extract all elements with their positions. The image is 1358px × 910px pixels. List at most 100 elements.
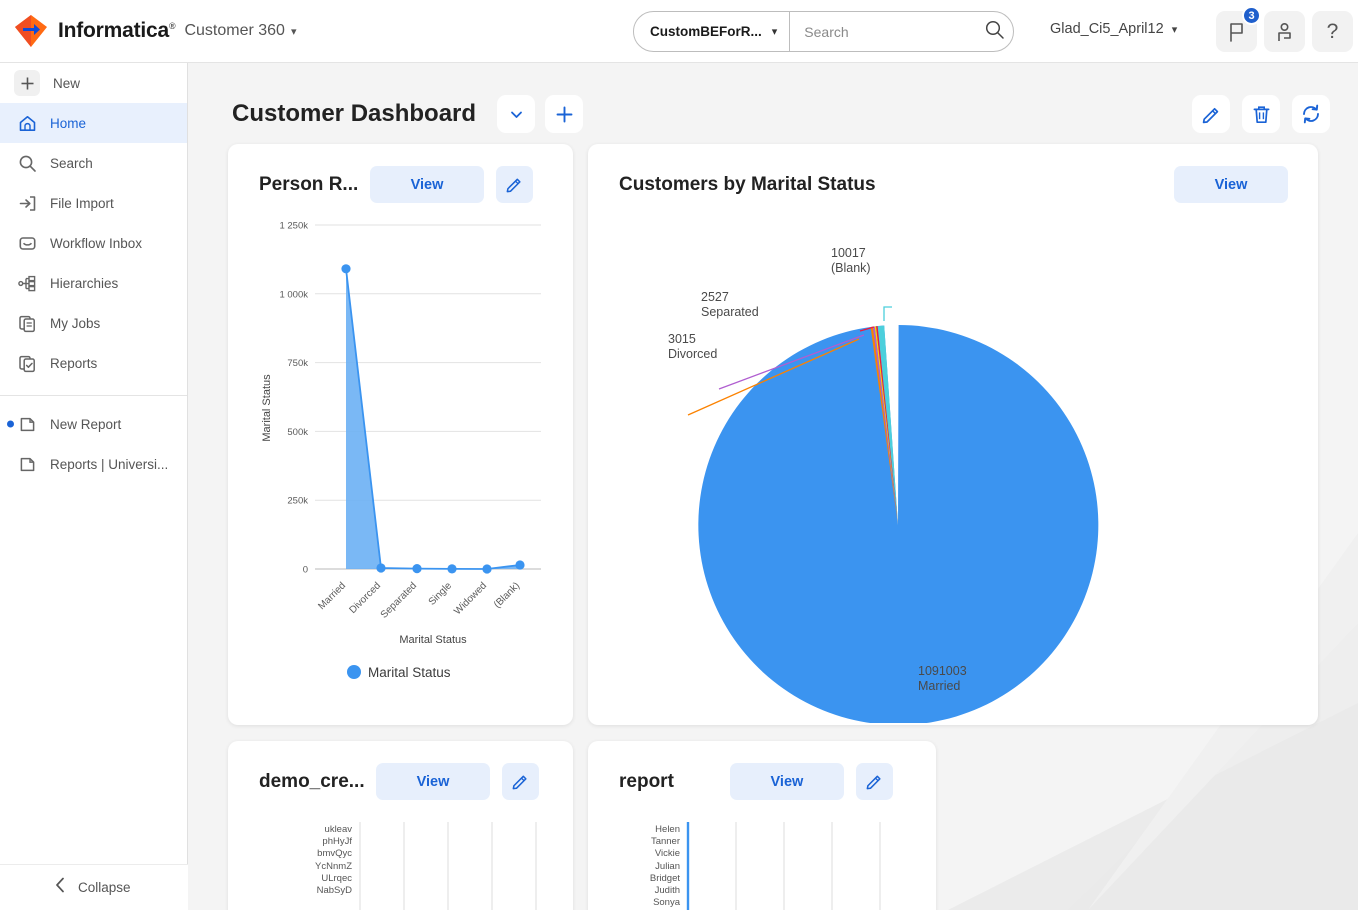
pie-label-name: Married [918, 678, 961, 693]
header-icon-buttons: 3 ? [1216, 6, 1353, 52]
sidebar-item-home[interactable]: Home [0, 103, 187, 143]
search-icon[interactable] [984, 19, 1005, 45]
trash-icon [1253, 105, 1269, 123]
svg-text:(Blank): (Blank) [492, 580, 522, 610]
brand-name: Informatica® [58, 19, 176, 43]
delete-dashboard-button[interactable] [1242, 95, 1280, 133]
table-cell: Bridget [649, 872, 680, 884]
svg-text:750k: 750k [287, 358, 308, 369]
brand-logo-group[interactable]: Informatica® Customer 360 ▾ [14, 14, 296, 48]
sidebar-item-label: Workflow Inbox [50, 235, 143, 251]
app-header: Informatica® Customer 360 ▾ CustomBEForR… [0, 0, 1358, 63]
table-cell: YcNnmZ [315, 860, 352, 872]
sidebar-item-reports-universi[interactable]: Reports | Universi... [0, 444, 187, 484]
notifications-button[interactable]: 3 [1216, 6, 1261, 52]
business-entity-select[interactable]: CustomBEForR... ▾ [634, 12, 791, 51]
sidebar-item-label: File Import [50, 195, 114, 211]
svg-text:1 000k: 1 000k [279, 289, 308, 300]
edit-dashboard-button[interactable] [1192, 95, 1230, 133]
pencil-icon [506, 178, 521, 193]
product-chevron-down-icon[interactable]: ▾ [291, 25, 297, 38]
notification-badge: 3 [1242, 6, 1261, 25]
pie-label-blank: 10017 (Blank) [831, 246, 871, 275]
view-button[interactable]: View [729, 763, 844, 800]
user-name: Glad_Ci5_April12 [1050, 21, 1164, 37]
view-button[interactable]: View [370, 166, 484, 203]
y-axis-ticks: 1 250k 1 000k 750k 500k 250k 0 [279, 221, 308, 576]
sidebar-item-search[interactable]: Search [0, 143, 187, 183]
sidebar-collapse-button[interactable]: Collapse [0, 864, 188, 910]
add-dashboard-button[interactable] [545, 95, 584, 133]
pie-slice-married [698, 325, 1099, 723]
hierarchy-icon [17, 273, 37, 293]
sidebar-item-new[interactable]: New [0, 63, 187, 103]
sidebar: New Home Search File Import Workflow Inb… [0, 63, 188, 910]
card-title: Customers by Marital Status [619, 173, 876, 195]
mini-table-preview[interactable]: ukleav phHyJf bmvQyc YcNnmZ ULrqec NabSy… [228, 822, 573, 910]
card-title: Person R... [259, 173, 358, 195]
sidebar-item-label: Reports [50, 355, 98, 371]
sidebar-item-reports[interactable]: Reports [0, 343, 187, 383]
pie-label-name: Separated [701, 304, 759, 319]
brand-name-text: Informatica [58, 19, 169, 42]
main-content: Customer Dashboard Person R... View 1 25… [188, 63, 1358, 910]
search-input[interactable] [804, 23, 985, 40]
table-value-column: Helen Tanner Vickie Julian Bridget Judit… [588, 824, 680, 909]
card-title: report [619, 770, 674, 792]
edit-card-button[interactable] [496, 166, 533, 203]
home-icon [17, 113, 37, 133]
pie-label-value: 10017 [831, 246, 866, 260]
collapse-label: Collapse [78, 880, 131, 895]
dashboard-dropdown-button[interactable] [497, 95, 536, 133]
table-cell: Judith [654, 885, 680, 897]
sidebar-item-hierarchies[interactable]: Hierarchies [0, 263, 187, 303]
svg-text:500k: 500k [287, 427, 308, 438]
chevron-down-icon [510, 111, 522, 118]
pie-chart-marital-status[interactable] [588, 203, 1318, 723]
card-customers-by-marital-status: Customers by Marital Status View 10017 (… [588, 144, 1318, 725]
pie-label-value: 1091003 [918, 664, 967, 678]
chevron-left-icon [55, 877, 66, 898]
card-person-report: Person R... View 1 250k 1 000k 750k 500k… [228, 144, 573, 725]
area-chart-marital-status[interactable]: 1 250k 1 000k 750k 500k 250k 0 Marital S… [228, 203, 573, 703]
svg-text:Separated: Separated [379, 580, 419, 620]
table-cell: ukleav [324, 824, 352, 835]
sidebar-item-file-import[interactable]: File Import [0, 183, 187, 223]
svg-text:Married: Married [316, 580, 348, 612]
header-search-group: CustomBEForR... ▾ [633, 11, 1015, 52]
sidebar-divider [0, 395, 187, 396]
svg-text:0: 0 [303, 565, 308, 576]
sidebar-item-workflow-inbox[interactable]: Workflow Inbox [0, 223, 187, 263]
refresh-icon [1303, 104, 1319, 124]
sidebar-item-my-jobs[interactable]: My Jobs [0, 303, 187, 343]
inbox-icon [17, 233, 37, 253]
profile-button[interactable] [1264, 11, 1305, 52]
plus-icon [14, 70, 40, 96]
sidebar-item-label: Home [50, 115, 87, 131]
user-menu[interactable]: Glad_Ci5_April12 ▾ [1050, 21, 1177, 37]
product-name: Customer 360 [184, 22, 285, 39]
table-cell: Vickie [654, 848, 680, 860]
svg-text:1 250k: 1 250k [279, 221, 308, 232]
view-button[interactable]: View [1174, 166, 1288, 203]
search-icon [17, 153, 37, 173]
sidebar-item-new-report[interactable]: New Report [0, 404, 187, 444]
pie-label-separated: 2527 Separated [701, 290, 759, 319]
x-axis-title: Marital Status [399, 634, 467, 646]
sidebar-item-label: New [53, 75, 81, 91]
informatica-logo-icon [14, 14, 48, 48]
sidebar-item-label: Search [50, 155, 93, 171]
table-cell: Tanner [650, 836, 680, 848]
mini-table-preview[interactable]: Helen Tanner Vickie Julian Bridget Judit… [588, 822, 936, 910]
pie-label-name: (Blank) [831, 260, 871, 275]
help-button[interactable]: ? [1312, 11, 1353, 52]
view-button[interactable]: View [376, 763, 490, 800]
refresh-dashboard-button[interactable] [1292, 95, 1330, 133]
edit-card-button[interactable] [502, 763, 539, 800]
svg-text:Single: Single [427, 580, 455, 608]
card-report: report View Helen Tanner Vickie Julian B… [588, 741, 936, 910]
edit-card-button[interactable] [855, 763, 893, 800]
chevron-down-icon: ▾ [771, 26, 778, 38]
pie-label-divorced: 3015 Divorced [668, 332, 717, 361]
pencil-icon [866, 775, 881, 790]
